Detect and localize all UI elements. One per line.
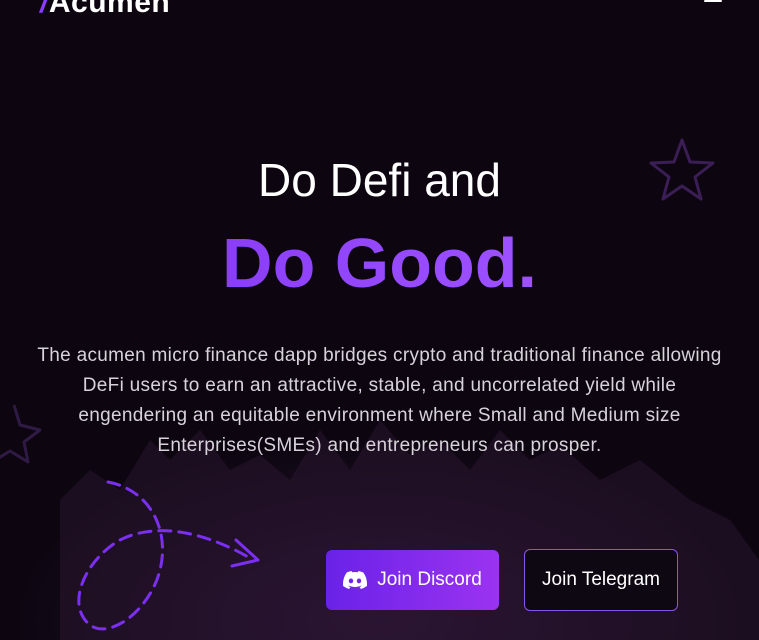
hero-title-accent: Do Good. [0,222,759,304]
join-discord-button[interactable]: Join Discord [326,550,499,610]
menu-button[interactable] [700,0,726,8]
dashed-arrow-decoration [77,480,252,631]
join-telegram-label: Join Telegram [542,569,660,590]
logo-text: Acumen [48,0,171,19]
hamburger-menu-icon [704,0,722,2]
acumen-logo[interactable]: /Acumen [40,0,170,20]
join-telegram-button[interactable]: Join Telegram [524,549,678,611]
discord-icon [343,571,368,589]
hero-title: Do Defi and [258,154,501,206]
hero-description: The acumen micro finance dapp bridges cr… [37,345,722,456]
background-decoration [0,138,759,640]
join-discord-label: Join Discord [377,569,482,590]
arrow-head-icon [230,538,260,568]
logo-mark: / [40,0,49,19]
landing-page: /Acumen Do Defi and Do Good. The acumen … [0,0,759,640]
